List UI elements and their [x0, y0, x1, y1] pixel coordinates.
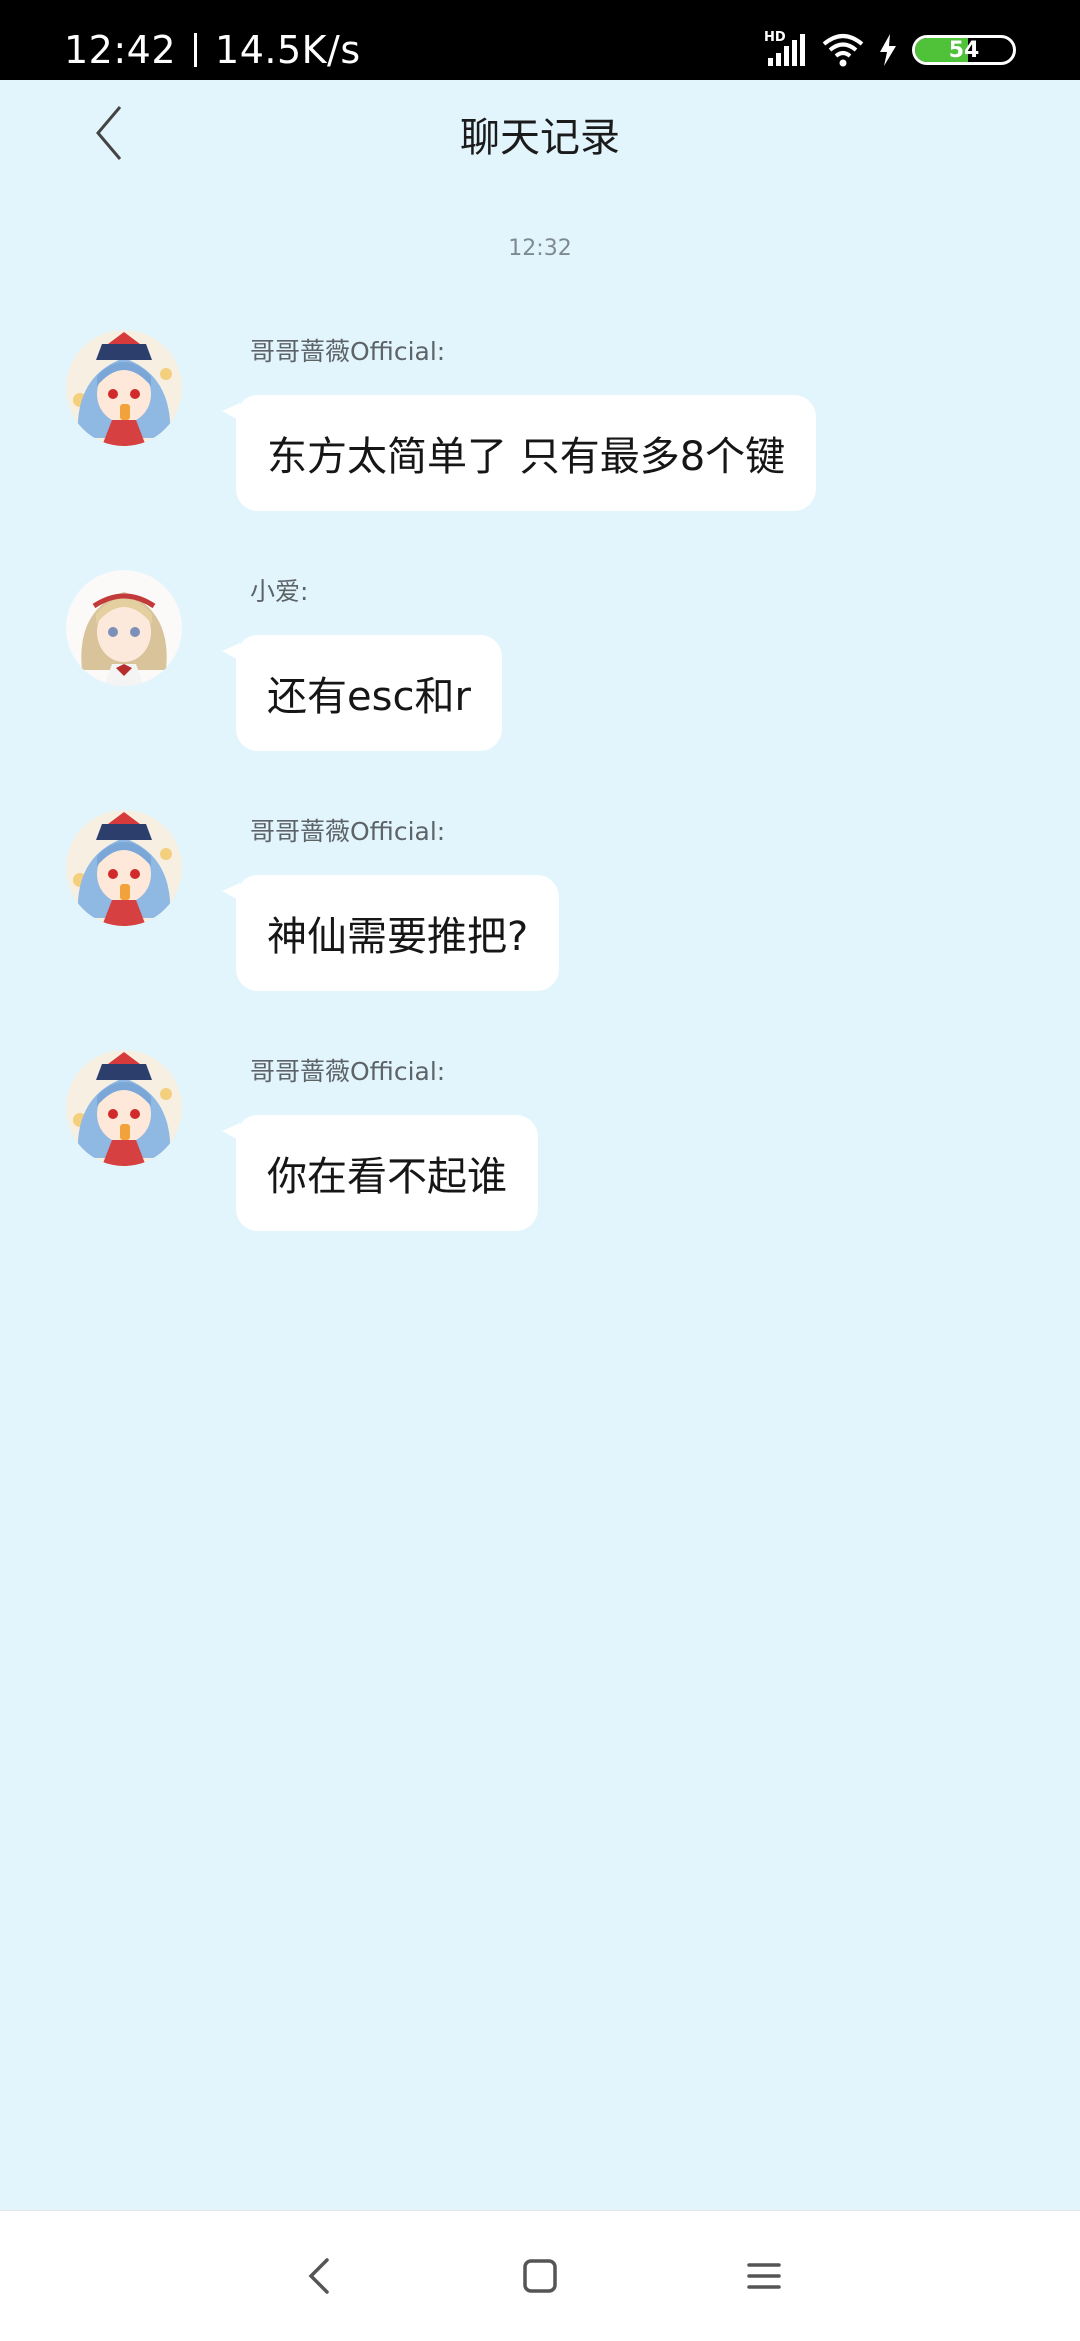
chat-timestamp: 12:32: [508, 236, 572, 261]
message-bubble[interactable]: 还有esc和r: [222, 635, 502, 751]
blue-hair-girl-avatar: [66, 810, 182, 926]
status-separator: [194, 33, 198, 67]
avatar[interactable]: [66, 330, 182, 446]
nav-home-button[interactable]: [505, 2241, 575, 2311]
sender-name: 哥哥蔷薇Official:: [250, 817, 446, 846]
hd-signal-icon: HD: [764, 30, 808, 68]
sender-name: 小爱:: [250, 577, 309, 606]
status-bar: 12:42 14.5K/s HD 54: [0, 0, 1080, 80]
chat-message: 哥哥蔷薇Official: 神仙需要推把?: [0, 810, 1080, 1050]
avatar[interactable]: [66, 570, 182, 686]
network-speed: 14.5K/s: [215, 28, 361, 72]
page-title: 聊天记录: [460, 115, 620, 161]
nav-back-button[interactable]: [285, 2241, 355, 2311]
charging-icon: [878, 33, 898, 67]
home-icon: [523, 2259, 557, 2293]
sender-name: 哥哥蔷薇Official:: [250, 337, 446, 366]
blue-hair-girl-avatar: [66, 1050, 182, 1166]
header: 聊天记录: [0, 80, 1080, 188]
status-time: 12:42: [64, 28, 177, 72]
message-bubble[interactable]: 你在看不起谁: [222, 1115, 538, 1231]
message-bubble[interactable]: 神仙需要推把?: [221, 875, 560, 991]
message-bubble[interactable]: 东方太简单了 只有最多8个键: [221, 395, 817, 511]
chat-message: 哥哥蔷薇Official: 东方太简单了 只有最多8个键: [0, 330, 1080, 570]
battery-level: 54: [948, 37, 980, 63]
chat-message: 哥哥蔷薇Official: 你在看不起谁: [0, 1050, 1080, 1290]
wifi-icon: [822, 32, 864, 68]
chat-message: 小爱: 还有esc和r: [0, 570, 1080, 810]
avatar[interactable]: [66, 810, 182, 926]
sender-name: 哥哥蔷薇Official:: [250, 1057, 446, 1086]
blue-hair-girl-avatar: [66, 330, 182, 446]
menu-icon: [747, 2263, 781, 2289]
avatar[interactable]: [66, 1050, 182, 1166]
back-icon: [308, 2258, 329, 2294]
nav-menu-button[interactable]: [729, 2241, 799, 2311]
navigation-bar: [0, 2210, 1080, 2341]
battery-icon: 54: [912, 35, 1016, 65]
blonde-girl-avatar: [66, 570, 182, 686]
